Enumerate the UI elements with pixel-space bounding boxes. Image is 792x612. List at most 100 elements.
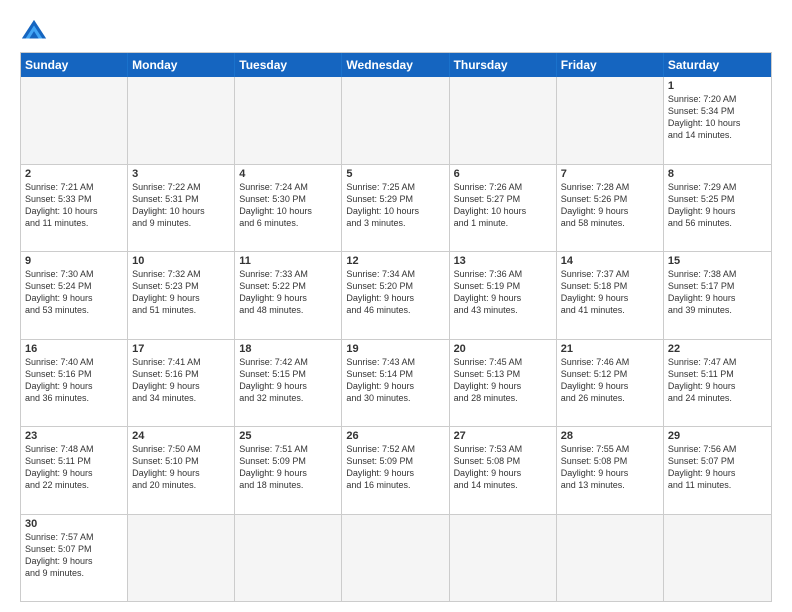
logo-icon bbox=[20, 18, 48, 46]
cell-info: Sunrise: 7:45 AM Sunset: 5:13 PM Dayligh… bbox=[454, 356, 552, 405]
cell-day-number: 12 bbox=[346, 255, 444, 267]
cell-day-number: 18 bbox=[239, 343, 337, 355]
cell-info: Sunrise: 7:43 AM Sunset: 5:14 PM Dayligh… bbox=[346, 356, 444, 405]
cell-info: Sunrise: 7:20 AM Sunset: 5:34 PM Dayligh… bbox=[668, 93, 767, 142]
calendar-cell bbox=[342, 77, 449, 164]
day-header: Sunday bbox=[21, 53, 128, 77]
cell-day-number: 26 bbox=[346, 430, 444, 442]
calendar-row: 1Sunrise: 7:20 AM Sunset: 5:34 PM Daylig… bbox=[21, 77, 771, 165]
cell-info: Sunrise: 7:55 AM Sunset: 5:08 PM Dayligh… bbox=[561, 443, 659, 492]
calendar-cell: 20Sunrise: 7:45 AM Sunset: 5:13 PM Dayli… bbox=[450, 340, 557, 427]
cell-day-number: 3 bbox=[132, 168, 230, 180]
cell-day-number: 6 bbox=[454, 168, 552, 180]
cell-day-number: 28 bbox=[561, 430, 659, 442]
cell-info: Sunrise: 7:36 AM Sunset: 5:19 PM Dayligh… bbox=[454, 268, 552, 317]
cell-day-number: 1 bbox=[668, 80, 767, 92]
cell-day-number: 2 bbox=[25, 168, 123, 180]
cell-info: Sunrise: 7:46 AM Sunset: 5:12 PM Dayligh… bbox=[561, 356, 659, 405]
calendar-cell bbox=[235, 515, 342, 602]
page: SundayMondayTuesdayWednesdayThursdayFrid… bbox=[0, 0, 792, 612]
cell-day-number: 27 bbox=[454, 430, 552, 442]
calendar-cell: 30Sunrise: 7:57 AM Sunset: 5:07 PM Dayli… bbox=[21, 515, 128, 602]
cell-day-number: 9 bbox=[25, 255, 123, 267]
calendar-row: 23Sunrise: 7:48 AM Sunset: 5:11 PM Dayli… bbox=[21, 427, 771, 515]
calendar-cell bbox=[21, 77, 128, 164]
cell-day-number: 21 bbox=[561, 343, 659, 355]
cell-info: Sunrise: 7:38 AM Sunset: 5:17 PM Dayligh… bbox=[668, 268, 767, 317]
calendar: SundayMondayTuesdayWednesdayThursdayFrid… bbox=[20, 52, 772, 602]
calendar-row: 16Sunrise: 7:40 AM Sunset: 5:16 PM Dayli… bbox=[21, 340, 771, 428]
calendar-cell: 6Sunrise: 7:26 AM Sunset: 5:27 PM Daylig… bbox=[450, 165, 557, 252]
calendar-cell bbox=[128, 515, 235, 602]
cell-day-number: 10 bbox=[132, 255, 230, 267]
cell-info: Sunrise: 7:29 AM Sunset: 5:25 PM Dayligh… bbox=[668, 181, 767, 230]
cell-info: Sunrise: 7:53 AM Sunset: 5:08 PM Dayligh… bbox=[454, 443, 552, 492]
calendar-cell: 28Sunrise: 7:55 AM Sunset: 5:08 PM Dayli… bbox=[557, 427, 664, 514]
calendar-cell: 25Sunrise: 7:51 AM Sunset: 5:09 PM Dayli… bbox=[235, 427, 342, 514]
cell-info: Sunrise: 7:52 AM Sunset: 5:09 PM Dayligh… bbox=[346, 443, 444, 492]
cell-info: Sunrise: 7:33 AM Sunset: 5:22 PM Dayligh… bbox=[239, 268, 337, 317]
cell-info: Sunrise: 7:34 AM Sunset: 5:20 PM Dayligh… bbox=[346, 268, 444, 317]
day-header: Monday bbox=[128, 53, 235, 77]
cell-info: Sunrise: 7:24 AM Sunset: 5:30 PM Dayligh… bbox=[239, 181, 337, 230]
calendar-cell bbox=[342, 515, 449, 602]
cell-day-number: 4 bbox=[239, 168, 337, 180]
calendar-cell: 22Sunrise: 7:47 AM Sunset: 5:11 PM Dayli… bbox=[664, 340, 771, 427]
cell-info: Sunrise: 7:32 AM Sunset: 5:23 PM Dayligh… bbox=[132, 268, 230, 317]
cell-info: Sunrise: 7:56 AM Sunset: 5:07 PM Dayligh… bbox=[668, 443, 767, 492]
cell-day-number: 7 bbox=[561, 168, 659, 180]
calendar-body: 1Sunrise: 7:20 AM Sunset: 5:34 PM Daylig… bbox=[21, 77, 771, 601]
calendar-cell: 14Sunrise: 7:37 AM Sunset: 5:18 PM Dayli… bbox=[557, 252, 664, 339]
cell-day-number: 19 bbox=[346, 343, 444, 355]
cell-info: Sunrise: 7:37 AM Sunset: 5:18 PM Dayligh… bbox=[561, 268, 659, 317]
calendar-cell: 21Sunrise: 7:46 AM Sunset: 5:12 PM Dayli… bbox=[557, 340, 664, 427]
cell-info: Sunrise: 7:26 AM Sunset: 5:27 PM Dayligh… bbox=[454, 181, 552, 230]
calendar-cell: 27Sunrise: 7:53 AM Sunset: 5:08 PM Dayli… bbox=[450, 427, 557, 514]
calendar-cell: 7Sunrise: 7:28 AM Sunset: 5:26 PM Daylig… bbox=[557, 165, 664, 252]
calendar-cell: 10Sunrise: 7:32 AM Sunset: 5:23 PM Dayli… bbox=[128, 252, 235, 339]
cell-day-number: 17 bbox=[132, 343, 230, 355]
cell-day-number: 20 bbox=[454, 343, 552, 355]
calendar-cell: 18Sunrise: 7:42 AM Sunset: 5:15 PM Dayli… bbox=[235, 340, 342, 427]
calendar-cell: 5Sunrise: 7:25 AM Sunset: 5:29 PM Daylig… bbox=[342, 165, 449, 252]
calendar-cell bbox=[235, 77, 342, 164]
calendar-cell bbox=[450, 77, 557, 164]
calendar-cell: 15Sunrise: 7:38 AM Sunset: 5:17 PM Dayli… bbox=[664, 252, 771, 339]
cell-info: Sunrise: 7:25 AM Sunset: 5:29 PM Dayligh… bbox=[346, 181, 444, 230]
cell-day-number: 13 bbox=[454, 255, 552, 267]
calendar-cell: 24Sunrise: 7:50 AM Sunset: 5:10 PM Dayli… bbox=[128, 427, 235, 514]
day-header: Friday bbox=[557, 53, 664, 77]
cell-info: Sunrise: 7:22 AM Sunset: 5:31 PM Dayligh… bbox=[132, 181, 230, 230]
calendar-cell: 9Sunrise: 7:30 AM Sunset: 5:24 PM Daylig… bbox=[21, 252, 128, 339]
cell-day-number: 15 bbox=[668, 255, 767, 267]
cell-info: Sunrise: 7:21 AM Sunset: 5:33 PM Dayligh… bbox=[25, 181, 123, 230]
calendar-cell bbox=[557, 77, 664, 164]
calendar-cell: 2Sunrise: 7:21 AM Sunset: 5:33 PM Daylig… bbox=[21, 165, 128, 252]
cell-day-number: 24 bbox=[132, 430, 230, 442]
day-header: Saturday bbox=[664, 53, 771, 77]
calendar-cell: 4Sunrise: 7:24 AM Sunset: 5:30 PM Daylig… bbox=[235, 165, 342, 252]
calendar-cell: 23Sunrise: 7:48 AM Sunset: 5:11 PM Dayli… bbox=[21, 427, 128, 514]
cell-info: Sunrise: 7:48 AM Sunset: 5:11 PM Dayligh… bbox=[25, 443, 123, 492]
calendar-cell: 1Sunrise: 7:20 AM Sunset: 5:34 PM Daylig… bbox=[664, 77, 771, 164]
calendar-cell bbox=[664, 515, 771, 602]
cell-info: Sunrise: 7:40 AM Sunset: 5:16 PM Dayligh… bbox=[25, 356, 123, 405]
calendar-cell bbox=[557, 515, 664, 602]
logo bbox=[20, 18, 52, 46]
cell-info: Sunrise: 7:57 AM Sunset: 5:07 PM Dayligh… bbox=[25, 531, 123, 580]
day-header: Wednesday bbox=[342, 53, 449, 77]
cell-info: Sunrise: 7:42 AM Sunset: 5:15 PM Dayligh… bbox=[239, 356, 337, 405]
calendar-cell: 12Sunrise: 7:34 AM Sunset: 5:20 PM Dayli… bbox=[342, 252, 449, 339]
calendar-cell bbox=[128, 77, 235, 164]
cell-day-number: 30 bbox=[25, 518, 123, 530]
cell-info: Sunrise: 7:41 AM Sunset: 5:16 PM Dayligh… bbox=[132, 356, 230, 405]
calendar-cell: 13Sunrise: 7:36 AM Sunset: 5:19 PM Dayli… bbox=[450, 252, 557, 339]
calendar-cell: 11Sunrise: 7:33 AM Sunset: 5:22 PM Dayli… bbox=[235, 252, 342, 339]
cell-day-number: 14 bbox=[561, 255, 659, 267]
cell-info: Sunrise: 7:51 AM Sunset: 5:09 PM Dayligh… bbox=[239, 443, 337, 492]
calendar-cell: 8Sunrise: 7:29 AM Sunset: 5:25 PM Daylig… bbox=[664, 165, 771, 252]
cell-day-number: 11 bbox=[239, 255, 337, 267]
calendar-cell: 29Sunrise: 7:56 AM Sunset: 5:07 PM Dayli… bbox=[664, 427, 771, 514]
cell-day-number: 8 bbox=[668, 168, 767, 180]
cell-day-number: 23 bbox=[25, 430, 123, 442]
